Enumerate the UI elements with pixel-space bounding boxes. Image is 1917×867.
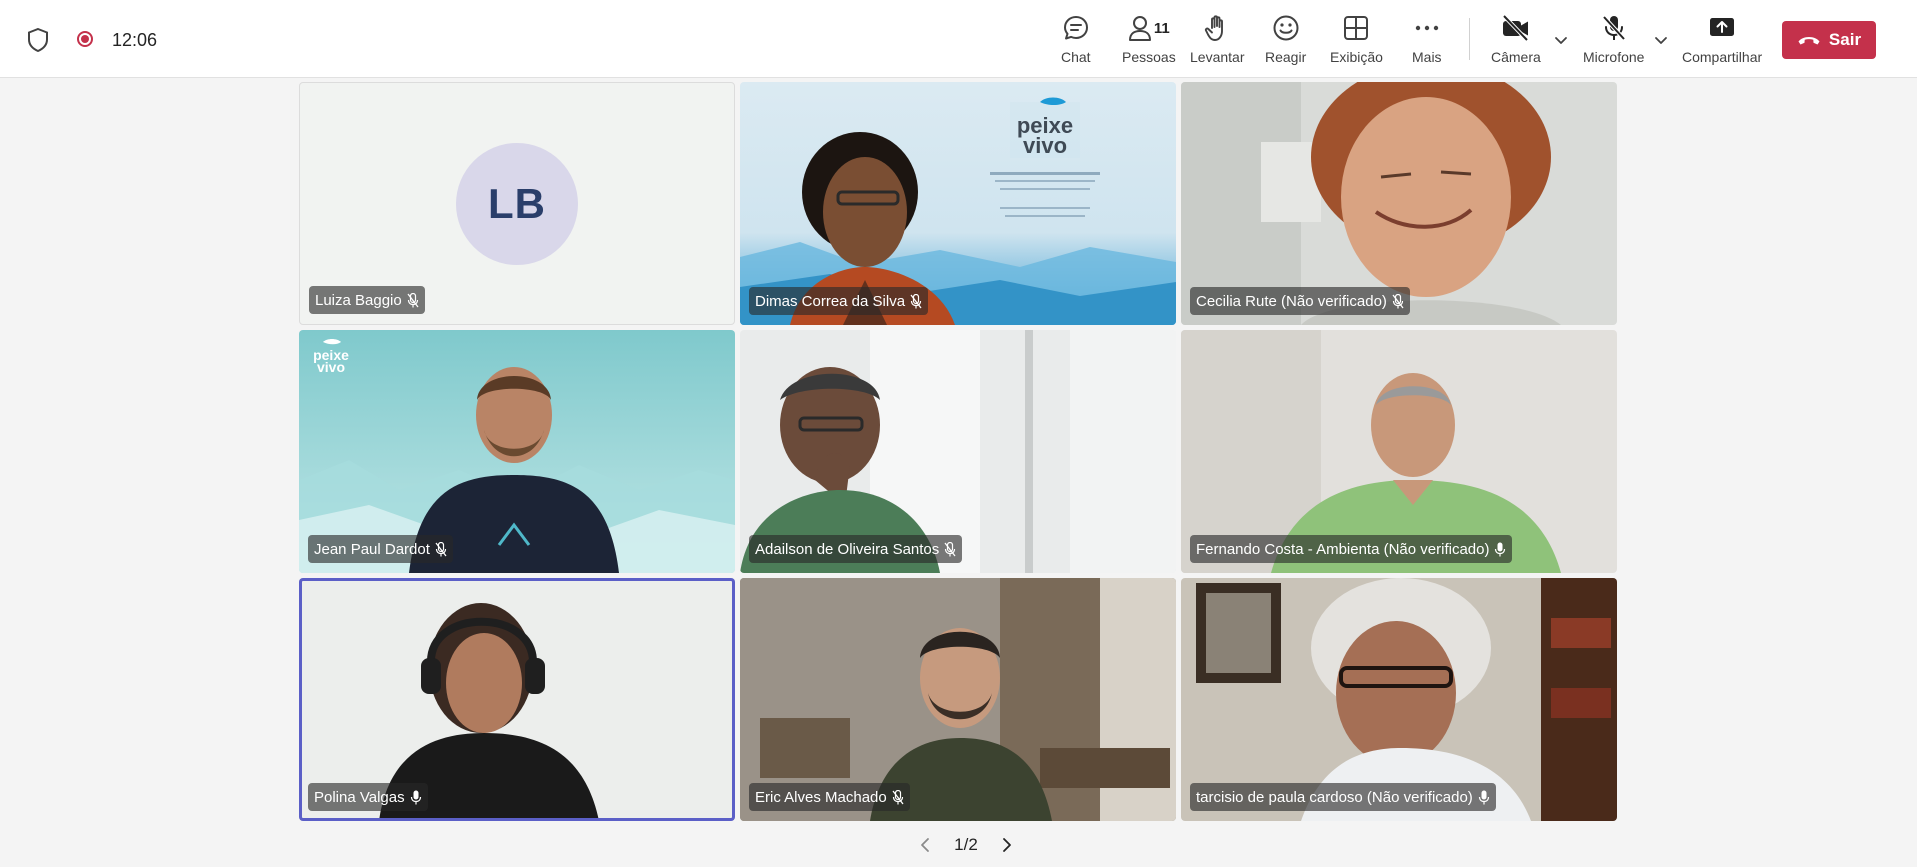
share-button[interactable]: Compartilhar xyxy=(1682,12,1762,70)
participant-name-tag: Jean Paul Dardot xyxy=(308,535,453,563)
muted-mic-icon xyxy=(892,789,904,804)
camera-off-icon xyxy=(1502,14,1529,42)
raise-hand-icon xyxy=(1205,15,1224,41)
participant-tile[interactable]: Eric Alves Machado xyxy=(740,578,1176,821)
view-button[interactable]: Exibição xyxy=(1330,12,1383,70)
more-dots-icon xyxy=(1415,25,1438,31)
participant-name-tag: Luiza Baggio xyxy=(309,286,425,314)
participant-name: tarcisio de paula cardoso (Não verificad… xyxy=(1196,788,1473,806)
microphone-button[interactable]: Microfone xyxy=(1583,12,1644,70)
mic-icon xyxy=(410,790,421,804)
muted-mic-icon xyxy=(1392,293,1404,308)
camera-options-chevron-down-icon[interactable] xyxy=(1553,32,1569,48)
participant-name-tag: Eric Alves Machado xyxy=(749,783,910,811)
video-grid: LB Luiza Baggio peixe vivo Dimas Correa … xyxy=(299,82,1618,821)
meeting-timer: 12:06 xyxy=(112,30,158,50)
participant-tile-active-speaker[interactable]: Polina Valgas xyxy=(299,578,735,821)
participant-name: Jean Paul Dardot xyxy=(314,540,430,558)
more-button[interactable]: Mais xyxy=(1412,12,1442,70)
participant-tile[interactable]: tarcisio de paula cardoso (Não verificad… xyxy=(1181,578,1617,821)
previous-page-button[interactable] xyxy=(916,836,934,854)
shield-icon[interactable] xyxy=(27,28,49,52)
participant-name-tag: Fernando Costa - Ambienta (Não verificad… xyxy=(1190,535,1513,563)
microphone-off-icon xyxy=(1602,15,1626,41)
people-button[interactable]: 11 Pessoas xyxy=(1122,12,1176,70)
next-page-button[interactable] xyxy=(998,836,1016,854)
camera-label: Câmera xyxy=(1491,49,1541,65)
participant-name-tag: Polina Valgas xyxy=(308,783,428,811)
peixe-vivo-logo: peixe vivo xyxy=(1017,97,1073,156)
svg-text:vivo: vivo xyxy=(1023,133,1067,156)
participant-name: Polina Valgas xyxy=(314,788,405,806)
participant-tile[interactable]: LB Luiza Baggio xyxy=(299,82,735,325)
people-label: Pessoas xyxy=(1122,49,1176,65)
more-label: Mais xyxy=(1412,49,1442,65)
muted-mic-icon xyxy=(407,292,419,307)
view-label: Exibição xyxy=(1330,49,1383,65)
chevron-right-icon xyxy=(1003,838,1011,852)
share-screen-icon xyxy=(1710,18,1735,36)
people-icon xyxy=(1128,16,1151,41)
participant-tile[interactable]: Fernando Costa - Ambienta (Não verificad… xyxy=(1181,330,1617,573)
react-label: Reagir xyxy=(1265,49,1307,65)
leave-meeting-button[interactable]: Sair xyxy=(1782,21,1876,59)
participant-name: Cecilia Rute (Não verificado) xyxy=(1196,292,1387,310)
meeting-top-bar: 12:06 Chat 11 Pessoas Levantar Reagir Ex… xyxy=(0,0,1917,78)
page-indicator: 1/2 xyxy=(954,835,978,854)
participant-name-tag: Adailson de Oliveira Santos xyxy=(749,535,963,563)
mic-icon xyxy=(1478,790,1489,804)
hang-up-phone-icon xyxy=(1798,37,1820,45)
muted-mic-icon xyxy=(910,293,922,308)
svg-text:vivo: vivo xyxy=(317,359,345,374)
participant-name-tag: Cecilia Rute (Não verificado) xyxy=(1190,287,1410,315)
toolbar-divider xyxy=(1469,18,1470,60)
camera-button[interactable]: Câmera xyxy=(1491,12,1541,70)
leave-label: Sair xyxy=(1828,30,1862,49)
participant-name: Adailson de Oliveira Santos xyxy=(755,540,940,558)
muted-mic-icon xyxy=(944,541,956,556)
participant-tile[interactable]: Adailson de Oliveira Santos xyxy=(740,330,1176,573)
participant-tile[interactable]: peixe vivo Dimas Correa da Silva xyxy=(740,82,1176,325)
participant-name: Dimas Correa da Silva xyxy=(755,292,906,310)
raise-hand-label: Levantar xyxy=(1190,49,1245,65)
microphone-label: Microfone xyxy=(1583,49,1645,65)
recording-indicator-icon xyxy=(77,31,93,47)
peixe-vivo-logo: peixe vivo xyxy=(313,339,349,374)
participant-name: Fernando Costa - Ambienta (Não verificad… xyxy=(1196,540,1490,558)
participant-name: Eric Alves Machado xyxy=(755,788,887,806)
avatar: LB xyxy=(456,143,578,265)
chevron-left-icon xyxy=(921,838,929,852)
mic-icon xyxy=(1495,542,1506,556)
participant-name: Luiza Baggio xyxy=(315,291,402,309)
react-button[interactable]: Reagir xyxy=(1265,12,1306,70)
raise-hand-button[interactable]: Levantar xyxy=(1190,12,1244,70)
gallery-pager: 1/2 xyxy=(916,834,1016,856)
chat-button[interactable]: Chat xyxy=(1061,12,1091,70)
grid-view-icon xyxy=(1344,16,1369,40)
chat-icon xyxy=(1063,16,1088,40)
participant-name-tag: Dimas Correa da Silva xyxy=(749,287,929,315)
participant-count-badge: 11 xyxy=(1153,19,1170,37)
emoji-icon xyxy=(1273,15,1299,41)
participant-tile[interactable]: peixe vivo Jean Paul Dardot xyxy=(299,330,735,573)
share-label: Compartilhar xyxy=(1682,49,1763,65)
muted-mic-icon xyxy=(435,541,447,556)
participant-tile[interactable]: Cecilia Rute (Não verificado) xyxy=(1181,82,1617,325)
chat-label: Chat xyxy=(1061,49,1091,65)
participant-name-tag: tarcisio de paula cardoso (Não verificad… xyxy=(1190,783,1496,811)
microphone-options-chevron-down-icon[interactable] xyxy=(1653,32,1669,48)
